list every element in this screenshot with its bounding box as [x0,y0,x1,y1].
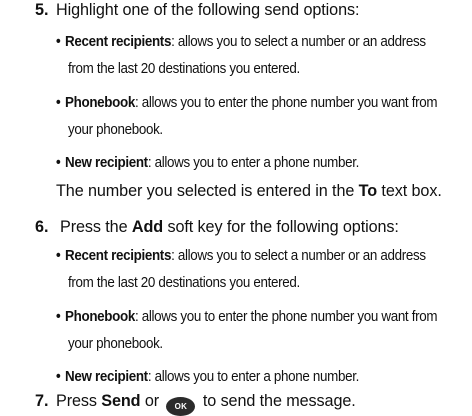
step-text-part: to send the message. [198,392,356,410]
bullet-desc: : allows you to enter a phone number. [147,155,359,171]
bullet-continuation: from the last 20 destinations you entere… [68,61,300,77]
bullet-dot: • [56,309,61,325]
bullet-desc: : allows you to enter the phone number y… [134,309,438,325]
bullet-term: New recipient [65,369,148,385]
key-name: Send [101,392,141,410]
step-note: The number you selected is entered in th… [56,183,442,199]
bullet-item: • New recipient: allows you to enter a ph… [56,156,359,170]
bullet-term: Recent recipients [65,248,172,264]
bullet-continuation: your phonebook. [68,336,163,352]
bullet-dot: • [56,155,61,171]
step-text-part: Press the [60,218,132,236]
bullet-term: Phonebook [65,95,135,111]
step-text-part: soft key for the following options: [163,218,399,236]
field-name: To [358,182,378,200]
bullet-dot: • [56,95,61,111]
bullet-desc: : allows you to enter the phone number y… [134,95,438,111]
bullet-item: • Recent recipients: allows you to select… [56,249,426,263]
bullet-dot: • [56,248,61,264]
step-text: Press Send or OK to send the message. [56,393,356,416]
bullet-term: Phonebook [65,309,135,325]
step-text: Press the Add soft key for the following… [60,219,399,235]
step-number: 6. [35,218,49,236]
note-text: The number you selected is entered in th… [56,182,359,200]
bullet-term: Recent recipients [65,34,172,50]
ok-key-icon: OK [166,397,196,416]
bullet-desc: : allows you to enter a phone number. [147,369,359,385]
bullet-dot: • [56,369,61,385]
bullet-dot: • [56,34,61,50]
bullet-term: New recipient [65,155,148,171]
step-text: Highlight one of the following send opti… [56,1,360,19]
bullet-continuation: your phonebook. [68,122,163,138]
bullet-desc: : allows you to select a number or an ad… [171,248,426,264]
step-text-part: Press [56,392,102,410]
step-text-part: or [140,392,164,410]
bullet-item: • Phonebook: allows you to enter the phon… [56,95,438,111]
bullet-item: • Phonebook: allows you to enter the phon… [56,309,438,325]
manual-page: 5. Highlight one of the following send o… [0,0,472,416]
step-number: 5. [35,1,49,19]
bullet-continuation: from the last 20 destinations you entere… [68,275,300,291]
note-text: text box. [377,182,442,200]
step-number: 7. [35,392,49,410]
bullet-item: • New recipient: allows you to enter a ph… [56,370,359,384]
soft-key-name: Add [131,218,164,236]
bullet-item: • Recent recipients: allows you to select… [56,35,426,49]
bullet-desc: : allows you to select a number or an ad… [171,34,426,50]
